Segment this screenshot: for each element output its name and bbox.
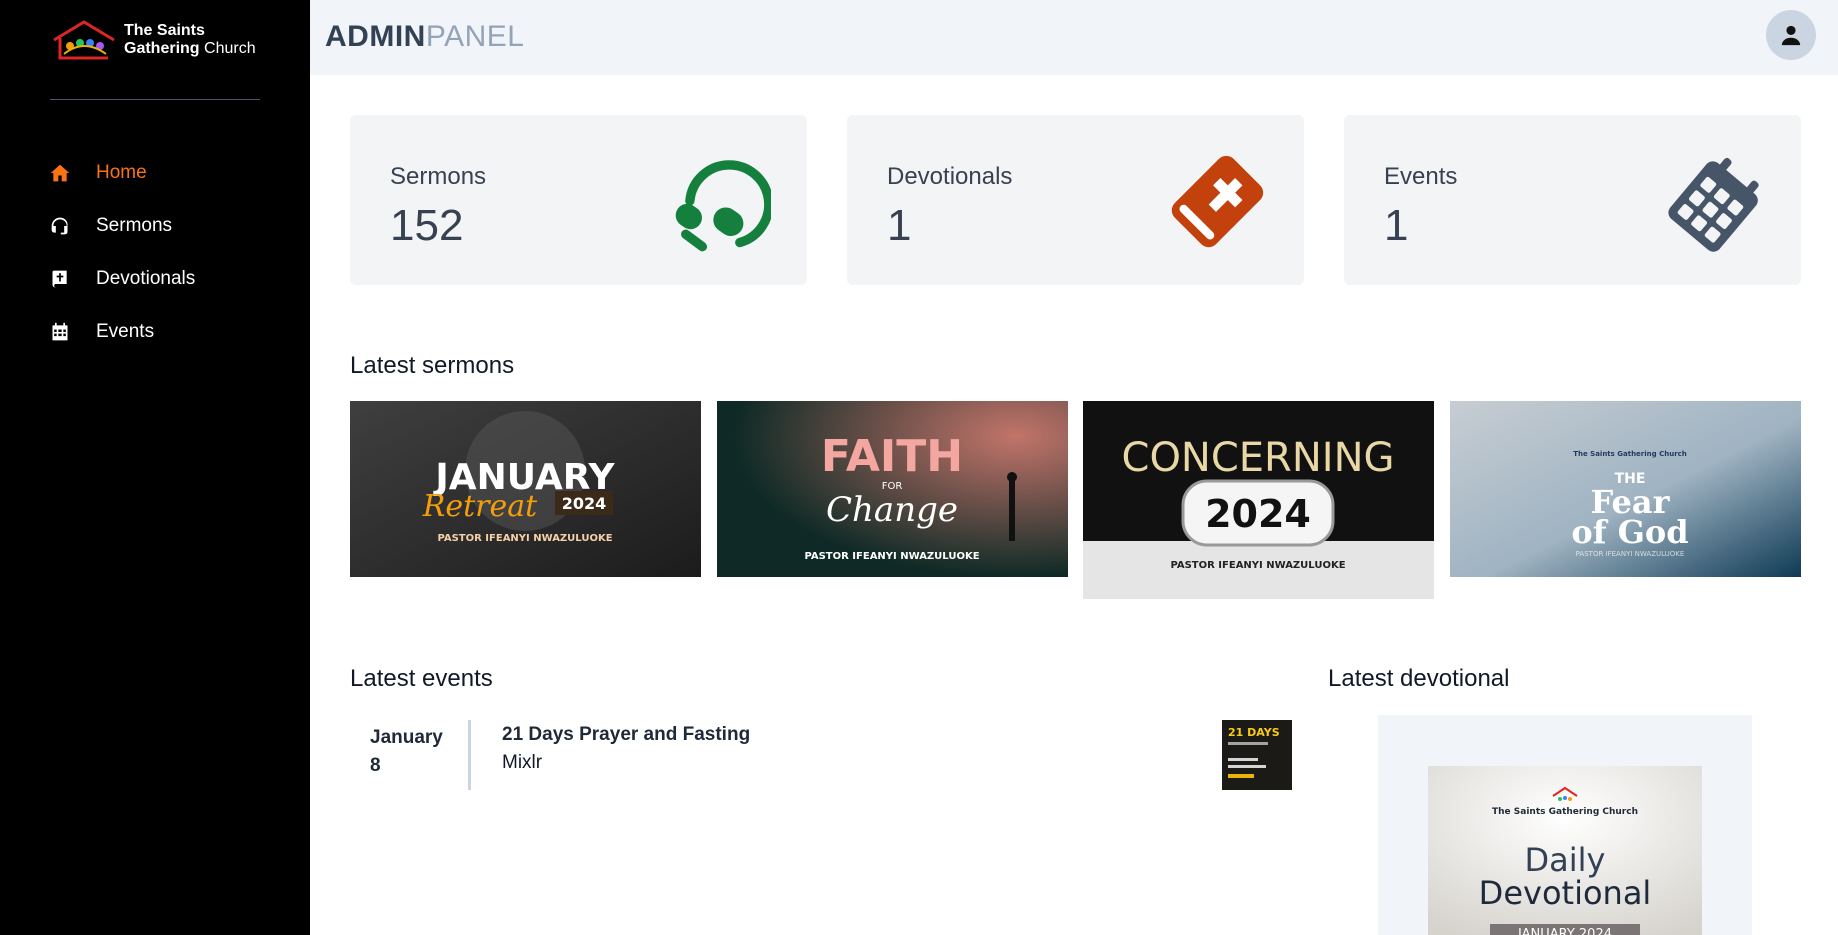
sermon-script: Change bbox=[826, 490, 958, 530]
sermon-year: 2024 bbox=[562, 494, 607, 513]
sermon-thumbnail: CONCERNING 2024 PASTOR IFEANYI NWAZULUOK… bbox=[1083, 401, 1434, 599]
sidebar-item-label: Devotionals bbox=[96, 267, 196, 289]
sermon-card-3[interactable]: CONCERNING 2024 PASTOR IFEANYI NWAZULUOK… bbox=[1083, 401, 1434, 599]
sidebar-divider bbox=[50, 99, 260, 100]
sermon-card-1[interactable]: JANUARY Retreat 2024 PASTOR IFEANYI NWAZ… bbox=[350, 401, 701, 577]
headset-icon bbox=[48, 214, 72, 238]
home-icon bbox=[48, 161, 72, 185]
event-thumbnail: 21 DAYS bbox=[1222, 720, 1292, 790]
calendar-icon bbox=[48, 320, 72, 344]
sermon-card-4[interactable]: The Saints Gathering Church THE Fear of … bbox=[1450, 401, 1801, 577]
sermon-speaker: PASTOR IFEANYI NWAZULUOKE bbox=[1576, 550, 1685, 558]
calendar-icon bbox=[1661, 151, 1765, 255]
headset-icon bbox=[667, 151, 774, 255]
sidebar-nav: Home Sermons Devotionals Events bbox=[48, 146, 288, 358]
sidebar-item-label: Home bbox=[96, 161, 147, 183]
church-name-line1: The Saints bbox=[124, 22, 205, 39]
sermon-speaker: PASTOR IFEANYI NWAZULUOKE bbox=[804, 551, 979, 562]
sermon-speaker: PASTOR IFEANYI NWAZULUOKE bbox=[1170, 560, 1345, 571]
event-title: 21 Days Prayer and Fasting bbox=[502, 724, 751, 745]
stat-label: Devotionals bbox=[887, 163, 1013, 190]
stat-label: Events bbox=[1384, 163, 1458, 190]
sidebar-item-label: Sermons bbox=[96, 214, 173, 236]
sermon-title: FAITH bbox=[821, 431, 963, 482]
stat-card-events[interactable]: Events 1 bbox=[1344, 115, 1801, 285]
latest-events-title: Latest events bbox=[350, 665, 493, 692]
devotional-image: The Saints Gathering Church Daily Devoti… bbox=[1428, 766, 1702, 935]
sidebar-item-devotionals[interactable]: Devotionals bbox=[48, 252, 288, 305]
user-avatar-button[interactable] bbox=[1766, 10, 1816, 60]
sermon-title: CONCERNING bbox=[1122, 435, 1395, 481]
event-location: Mixlr bbox=[502, 752, 543, 773]
event-divider bbox=[468, 720, 471, 790]
sermon-thumbnail: JANUARY Retreat 2024 PASTOR IFEANYI NWAZ… bbox=[350, 401, 701, 577]
church-logo-icon bbox=[53, 20, 115, 60]
sermon-script: Retreat bbox=[422, 489, 538, 524]
devotional-church: The Saints Gathering Church bbox=[1492, 807, 1638, 817]
sermon-speaker: PASTOR IFEANYI NWAZULUOKE bbox=[437, 533, 612, 544]
devotional-badge: JANUARY 2024 bbox=[1517, 927, 1612, 935]
sidebar-item-events[interactable]: Events bbox=[48, 305, 288, 358]
sidebar-item-label: Events bbox=[96, 320, 155, 342]
brand-light: PANEL bbox=[425, 20, 525, 53]
latest-devotional-title: Latest devotional bbox=[1328, 665, 1510, 692]
stat-value: 1 bbox=[1384, 201, 1409, 250]
stat-label: Sermons bbox=[390, 163, 487, 190]
bible-icon bbox=[1164, 151, 1268, 255]
devotional-card[interactable]: The Saints Gathering Church Daily Devoti… bbox=[1378, 715, 1752, 935]
sidebar: The Saints Gathering Church Home Sermons… bbox=[0, 0, 310, 935]
devotional-line2: Devotional bbox=[1479, 874, 1652, 912]
stat-value: 152 bbox=[390, 201, 464, 250]
sidebar-item-sermons[interactable]: Sermons bbox=[48, 199, 288, 252]
admin-panel-brand[interactable]: ADMINPANEL bbox=[325, 20, 524, 54]
church-name: The Saints Gathering Church bbox=[124, 22, 256, 58]
event-date: January 8 bbox=[370, 724, 450, 780]
brand-bold: ADMIN bbox=[325, 20, 426, 53]
event-item[interactable]: January 8 21 Days Prayer and Fasting Mix… bbox=[350, 718, 1292, 792]
latest-sermons-title: Latest sermons bbox=[350, 352, 515, 379]
event-month: January bbox=[370, 727, 443, 748]
bible-icon bbox=[48, 267, 72, 291]
event-day: 8 bbox=[370, 755, 381, 776]
stat-card-devotionals[interactable]: Devotionals 1 bbox=[847, 115, 1304, 285]
top-header: ADMINPANEL bbox=[310, 0, 1838, 75]
sermon-card-2[interactable]: FAITH FOR Change PASTOR IFEANYI NWAZULUO… bbox=[717, 401, 1068, 577]
church-name-line2-rest: Church bbox=[199, 40, 256, 57]
sermon-thumbnail: The Saints Gathering Church THE Fear of … bbox=[1450, 401, 1801, 577]
sermon-year: 2024 bbox=[1205, 492, 1311, 536]
church-logo[interactable]: The Saints Gathering Church bbox=[50, 18, 265, 62]
stat-value: 1 bbox=[887, 201, 912, 250]
sermon-title-2: of God bbox=[1571, 513, 1688, 551]
stat-card-sermons[interactable]: Sermons 152 bbox=[350, 115, 807, 285]
sidebar-item-home[interactable]: Home bbox=[48, 146, 288, 199]
sermon-thumbnail: FAITH FOR Change PASTOR IFEANYI NWAZULUO… bbox=[717, 401, 1068, 577]
event-thumb-text: 21 DAYS bbox=[1228, 726, 1280, 739]
user-icon bbox=[1781, 25, 1801, 46]
church-name-line2-bold: Gathering bbox=[124, 40, 200, 57]
sermon-church: The Saints Gathering Church bbox=[1573, 450, 1687, 458]
